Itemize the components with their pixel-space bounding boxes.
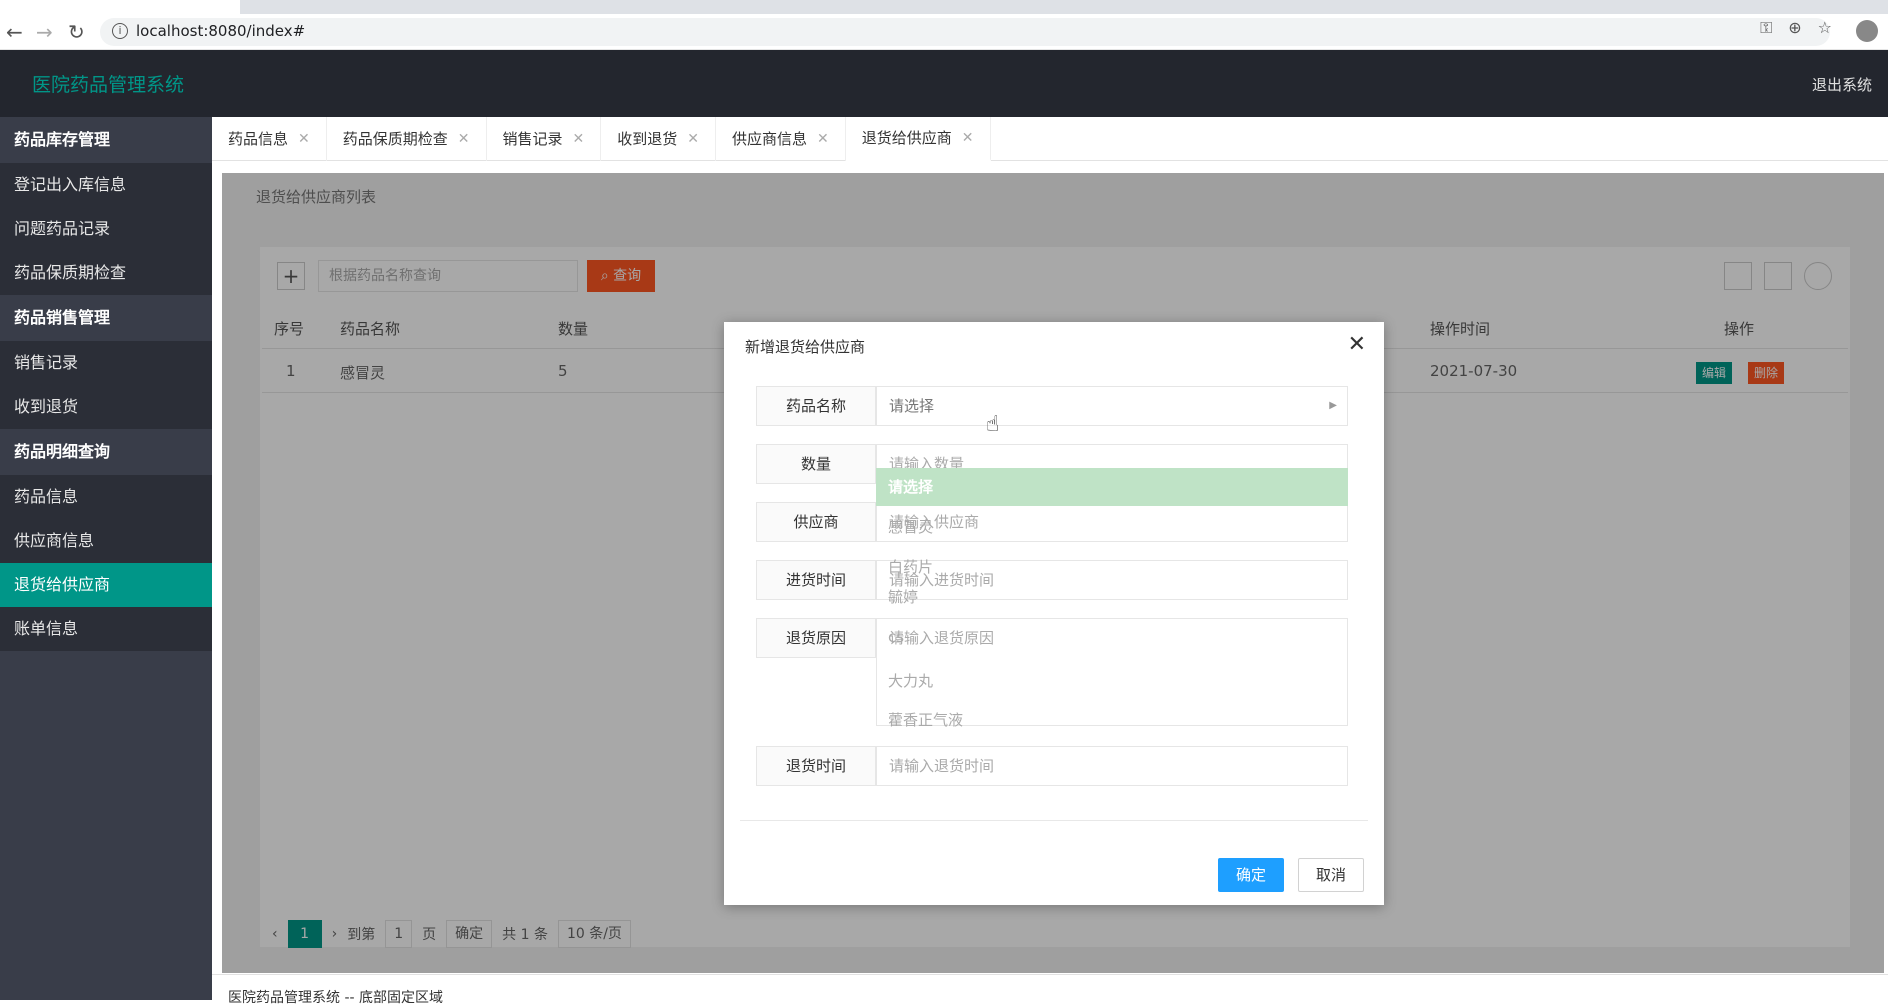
sidebar-item-returns-received[interactable]: 收到退货 (0, 385, 212, 429)
reload-icon[interactable]: ↻ (68, 20, 85, 44)
sidebar-item-problem[interactable]: 问题药品记录 (0, 207, 212, 251)
sidebar-item-return-supplier[interactable]: 退货给供应商 (0, 563, 212, 607)
sidebar-item-inout[interactable]: 登记出入库信息 (0, 163, 212, 207)
dropdown-option[interactable]: 大力丸 (876, 662, 1348, 700)
dropdown-option[interactable]: 感冒灵 (876, 508, 1348, 546)
sidebar: 药品库存管理 登记出入库信息 问题药品记录 药品保质期检查 药品销售管理 销售记… (0, 117, 212, 1000)
tab-drug-info[interactable]: 药品信息 ✕ (212, 117, 327, 161)
return-time-field[interactable]: 请输入退货时间 (876, 746, 1348, 786)
close-icon[interactable]: ✕ (817, 117, 829, 161)
tab-returns-received[interactable]: 收到退货 ✕ (601, 117, 716, 161)
reason-label: 退货原因 (756, 618, 876, 658)
tab-label: 销售记录 (502, 130, 563, 148)
footer: 医院药品管理系统 -- 底部固定区域 (212, 974, 1888, 1006)
sidebar-item-expiry[interactable]: 药品保质期检查 (0, 251, 212, 295)
close-icon[interactable]: ✕ (962, 116, 974, 160)
drug-name-dropdown: 请选择 感冒灵 白药片 毓婷 cs 大力丸 藿香正气液 (876, 466, 1348, 744)
tab-label: 药品保质期检查 (342, 130, 448, 148)
sidebar-group-query[interactable]: 药品明细查询 (0, 429, 212, 475)
close-icon[interactable]: ✕ (1348, 332, 1366, 357)
footer-text: 医院药品管理系统 -- 底部固定区域 (228, 990, 444, 1006)
info-icon[interactable]: i (112, 23, 128, 39)
tab-expiry[interactable]: 药品保质期检查 ✕ (327, 117, 487, 161)
star-icon[interactable]: ☆ (1818, 18, 1832, 38)
url-field[interactable]: i localhost:8080/index# (100, 18, 1830, 46)
tab-label: 供应商信息 (732, 130, 808, 148)
sidebar-group-sales[interactable]: 药品销售管理 (0, 295, 212, 341)
confirm-button[interactable]: 确定 (1218, 858, 1284, 892)
mouse-cursor-icon: ☝ (986, 412, 1000, 437)
sidebar-item-sales[interactable]: 销售记录 (0, 341, 212, 385)
browser-tab[interactable] (0, 0, 240, 14)
close-icon[interactable]: ✕ (458, 117, 470, 161)
drug-name-select[interactable]: 请选择 ▶ (876, 386, 1348, 426)
qty-label: 数量 (756, 444, 876, 484)
supplier-label: 供应商 (756, 502, 876, 542)
chevron-down-icon: ▶ (1329, 400, 1337, 411)
close-icon[interactable]: ✕ (573, 117, 585, 161)
sidebar-item-supplier-info[interactable]: 供应商信息 (0, 519, 212, 563)
logout-link[interactable]: 退出系统 (1812, 74, 1872, 95)
cancel-button[interactable]: 取消 (1298, 858, 1364, 892)
sidebar-item-bills[interactable]: 账单信息 (0, 607, 212, 651)
profile-icon[interactable] (1856, 20, 1878, 42)
app-header: 医院药品管理系统 退出系统 (0, 50, 1888, 117)
return-time-label: 退货时间 (756, 746, 876, 786)
zoom-icon[interactable]: ⊕ (1788, 18, 1801, 38)
dropdown-option[interactable]: 藿香正气液 (876, 701, 1348, 739)
dropdown-option[interactable]: 毓婷 (876, 578, 1348, 616)
close-icon[interactable]: ✕ (298, 117, 310, 161)
browser-tabstrip (0, 0, 1888, 14)
page-tabs: 药品信息 ✕ 药品保质期检查 ✕ 销售记录 ✕ 收到退货 ✕ 供应商信息 ✕ 退货给供应商… (212, 117, 1888, 161)
purchase-time-label: 进货时间 (756, 560, 876, 600)
tab-sales[interactable]: 销售记录 ✕ (487, 117, 602, 161)
tab-label: 退货给供应商 (861, 129, 952, 147)
dropdown-option[interactable]: 请选择 (876, 468, 1348, 506)
forward-icon[interactable]: → (36, 20, 53, 44)
sidebar-item-drug-info[interactable]: 药品信息 (0, 475, 212, 519)
app-logo: 医院药品管理系统 (32, 74, 185, 96)
sidebar-group-inventory[interactable]: 药品库存管理 (0, 117, 212, 163)
dialog-divider (740, 820, 1368, 821)
drug-name-value: 请选择 (889, 397, 935, 415)
address-bar-row: ← → ↻ i localhost:8080/index# ⚿ ⊕ ☆ (0, 14, 1888, 50)
tab-label: 药品信息 (228, 130, 289, 148)
tab-label: 收到退货 (617, 130, 678, 148)
url-text: localhost:8080/index# (136, 22, 306, 40)
drug-name-label: 药品名称 (756, 386, 876, 426)
dialog-title: 新增退货给供应商 (745, 338, 866, 356)
key-icon[interactable]: ⚿ (1760, 18, 1772, 38)
tab-return-supplier[interactable]: 退货给供应商 ✕ (845, 116, 991, 161)
close-icon[interactable]: ✕ (687, 117, 699, 161)
back-icon[interactable]: ← (6, 20, 23, 44)
tab-supplier-info[interactable]: 供应商信息 ✕ (716, 117, 846, 161)
dropdown-option[interactable]: cs (876, 618, 1348, 656)
